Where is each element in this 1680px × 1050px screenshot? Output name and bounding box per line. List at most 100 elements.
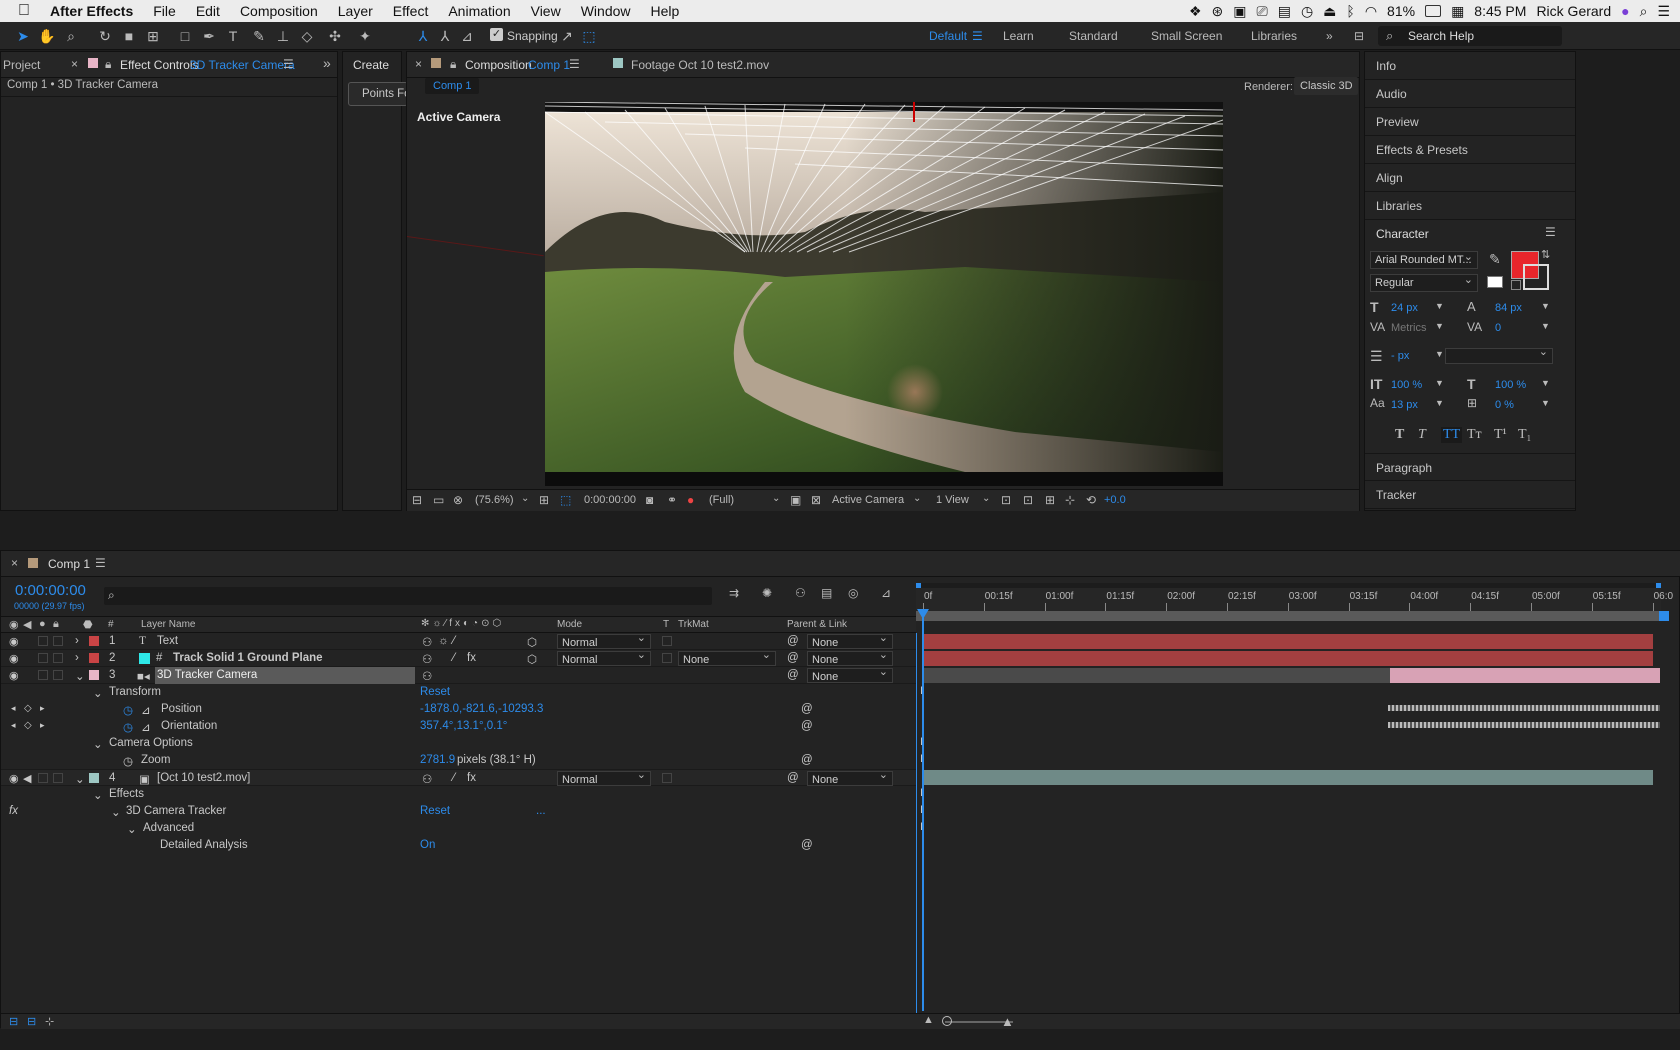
layer-row-1[interactable]: ◉ › 1 T Text ⚇ ☼ ⁄ ⬡ Normal @ None (1, 632, 916, 650)
column-trkmat[interactable]: TrkMat (678, 619, 709, 630)
current-time[interactable]: 0:00:00:00 (584, 494, 636, 506)
exposure-value[interactable]: +0.0 (1104, 494, 1126, 506)
graph-icon[interactable]: ⊿ (141, 703, 151, 717)
transform-reset-link[interactable]: Reset (420, 686, 450, 698)
horizontal-scale-value[interactable]: 100 % (1495, 379, 1526, 391)
spotlight-icon[interactable]: ⌕ (1640, 3, 1648, 20)
layer-3-bar[interactable] (1390, 668, 1660, 683)
comp-navigator-tab[interactable]: Comp 1 (425, 78, 479, 94)
vertical-scale-value[interactable]: 100 % (1391, 379, 1422, 391)
cast-icon[interactable]: ⎚ (1257, 3, 1268, 20)
shy-switch-icon[interactable]: ⚇ (422, 652, 432, 666)
subscript-button[interactable]: T₁ (1518, 427, 1531, 443)
chevron-down-icon[interactable]: ▼ (1435, 378, 1444, 388)
camera-options-group[interactable]: ⌄ Camera Options (1, 735, 916, 752)
view-axis-icon[interactable]: ⊿ (458, 27, 476, 45)
creative-cloud-icon[interactable]: ⊛ (1212, 3, 1224, 20)
add-keyframe-icon[interactable]: ◇ (24, 720, 32, 731)
parent-dropdown[interactable]: None (807, 666, 893, 683)
panel-paragraph[interactable]: Paragraph (1365, 453, 1575, 481)
position-value[interactable]: -1878.0,-821.6,-10293.3 (420, 703, 543, 715)
vr-icon[interactable]: ⊗ (453, 493, 463, 507)
column-parent[interactable]: Parent & Link (787, 619, 847, 630)
flowchart-icon[interactable]: ⊹ (1065, 493, 1075, 507)
graph-editor-icon[interactable]: ⊿ (881, 586, 891, 600)
effects-group[interactable]: ⌄ Effects (1, 786, 916, 803)
workspace-default[interactable]: Default (929, 29, 967, 43)
layer-switches-icon[interactable]: ⊟ (9, 1015, 18, 1028)
chevron-down-icon[interactable]: ⌄ (93, 788, 103, 802)
roto-brush-tool-icon[interactable]: ✣ (326, 27, 344, 45)
kerning-value[interactable]: Metrics (1391, 322, 1426, 334)
region-of-interest-icon[interactable]: ▣ (790, 493, 801, 507)
menu-edit[interactable]: Edit (186, 3, 230, 19)
toggle-mask-icon[interactable]: ⬚ (560, 493, 571, 507)
lock-checkbox[interactable] (53, 773, 63, 783)
orientation-keyframes[interactable] (1388, 722, 1660, 728)
search-help-field[interactable]: ⌕ Search Help (1378, 26, 1562, 46)
track-area[interactable]: I I I I I I (916, 633, 1661, 1013)
baseline-shift-value[interactable]: 13 px (1391, 399, 1418, 411)
add-keyframe-icon[interactable]: ◇ (24, 703, 32, 714)
tab-create[interactable]: Create (353, 58, 389, 72)
visibility-eye-icon[interactable]: ◉ (9, 635, 19, 648)
frame-blending-icon[interactable]: ▤ (821, 586, 832, 600)
eyedropper-icon[interactable]: ✎ (1489, 251, 1501, 268)
workspace-switch-icon[interactable]: ⊟ (1354, 29, 1364, 43)
label-swatch[interactable] (89, 670, 99, 680)
collapse-switch-icon[interactable]: ☼ (438, 635, 449, 647)
shy-layers-icon[interactable]: ⚇ (795, 586, 806, 600)
lock-checkbox[interactable] (53, 670, 63, 680)
app-status-icon[interactable]: ▣ (1233, 3, 1246, 20)
notification-center-icon[interactable]: ☰ (1657, 3, 1670, 20)
tracker-reset-link[interactable]: Reset (420, 805, 450, 817)
panel-libraries[interactable]: Libraries (1365, 192, 1575, 220)
zoom-in-icon[interactable]: ▲ (1001, 1014, 1014, 1029)
menu-effect[interactable]: Effect (383, 3, 439, 19)
panel-info[interactable]: Info (1365, 52, 1575, 80)
menu-view[interactable]: View (521, 3, 571, 19)
chevron-down-icon[interactable]: ⌄ (93, 686, 103, 700)
visibility-eye-icon[interactable]: ◉ (9, 772, 19, 785)
parent-dropdown[interactable]: None (807, 649, 893, 666)
next-keyframe-icon[interactable]: ▸ (40, 720, 45, 731)
tab-effect-controls-layer[interactable]: 3D Tracker Camera (190, 58, 295, 72)
quality-switch-icon[interactable]: ⁄ (453, 652, 455, 664)
layer-row-4[interactable]: ◉ ◀ ⌄ 4 ▣ [Oct 10 test2.mov] ⚇ ⁄ fx Norm… (1, 769, 916, 786)
stopwatch-icon[interactable]: ◷ (123, 703, 133, 717)
swap-colors-icon[interactable]: ⇅ (1541, 248, 1550, 261)
default-colors-icon[interactable] (1487, 276, 1503, 288)
preserve-transparency-checkbox[interactable] (662, 636, 672, 646)
layer-name[interactable]: Track Solid 1 Ground Plane (173, 652, 323, 664)
chevron-down-icon[interactable]: ⌄ (521, 493, 529, 504)
position-keyframes[interactable] (1388, 705, 1660, 711)
visibility-eye-icon[interactable]: ◉ (9, 652, 19, 665)
font-size-value[interactable]: 24 px (1391, 302, 1418, 314)
pick-whip-icon[interactable]: @ (787, 652, 799, 664)
panel-menu-icon[interactable]: ☰ (283, 57, 294, 71)
layer-2-bar[interactable] (924, 651, 1653, 666)
chevron-down-icon[interactable]: ▼ (1541, 301, 1550, 311)
chevron-down-icon[interactable]: ⌄ (772, 493, 780, 504)
rectangle-tool-icon[interactable]: □ (176, 27, 194, 45)
graph-icon[interactable]: ⊿ (141, 720, 151, 734)
renderer-dropdown[interactable]: Classic 3D (1294, 77, 1358, 95)
stopwatch-icon[interactable]: ◷ (123, 720, 133, 734)
view-layout-dropdown[interactable]: 1 View (936, 494, 969, 506)
panel-menu-icon[interactable]: ☰ (95, 556, 106, 570)
switches-icons[interactable]: ✻☼⁄fx◐◔⊙⬡ (421, 618, 504, 629)
parent-dropdown[interactable]: None (807, 769, 893, 786)
label-swatch[interactable] (89, 773, 99, 783)
workspace-learn[interactable]: Learn (1003, 29, 1034, 43)
detailed-analysis-property[interactable]: Detailed Analysis On @ (1, 837, 916, 854)
wifi-icon[interactable]: ◠ (1365, 3, 1377, 20)
expression-pick-whip-icon[interactable]: @ (801, 720, 813, 732)
shy-switch-icon[interactable]: ⚇ (422, 669, 432, 683)
panel-tracker[interactable]: Tracker (1365, 481, 1575, 509)
menu-help[interactable]: Help (641, 3, 690, 19)
audio-icon[interactable]: ◀ (23, 772, 31, 785)
all-caps-button[interactable]: TT (1441, 427, 1463, 443)
camera-tracker-effect[interactable]: fx ⌄ 3D Camera Tracker Reset ... (1, 803, 916, 820)
chevron-down-icon[interactable]: ⌄ (111, 805, 121, 819)
character-menu-icon[interactable]: ☰ (1545, 225, 1556, 239)
